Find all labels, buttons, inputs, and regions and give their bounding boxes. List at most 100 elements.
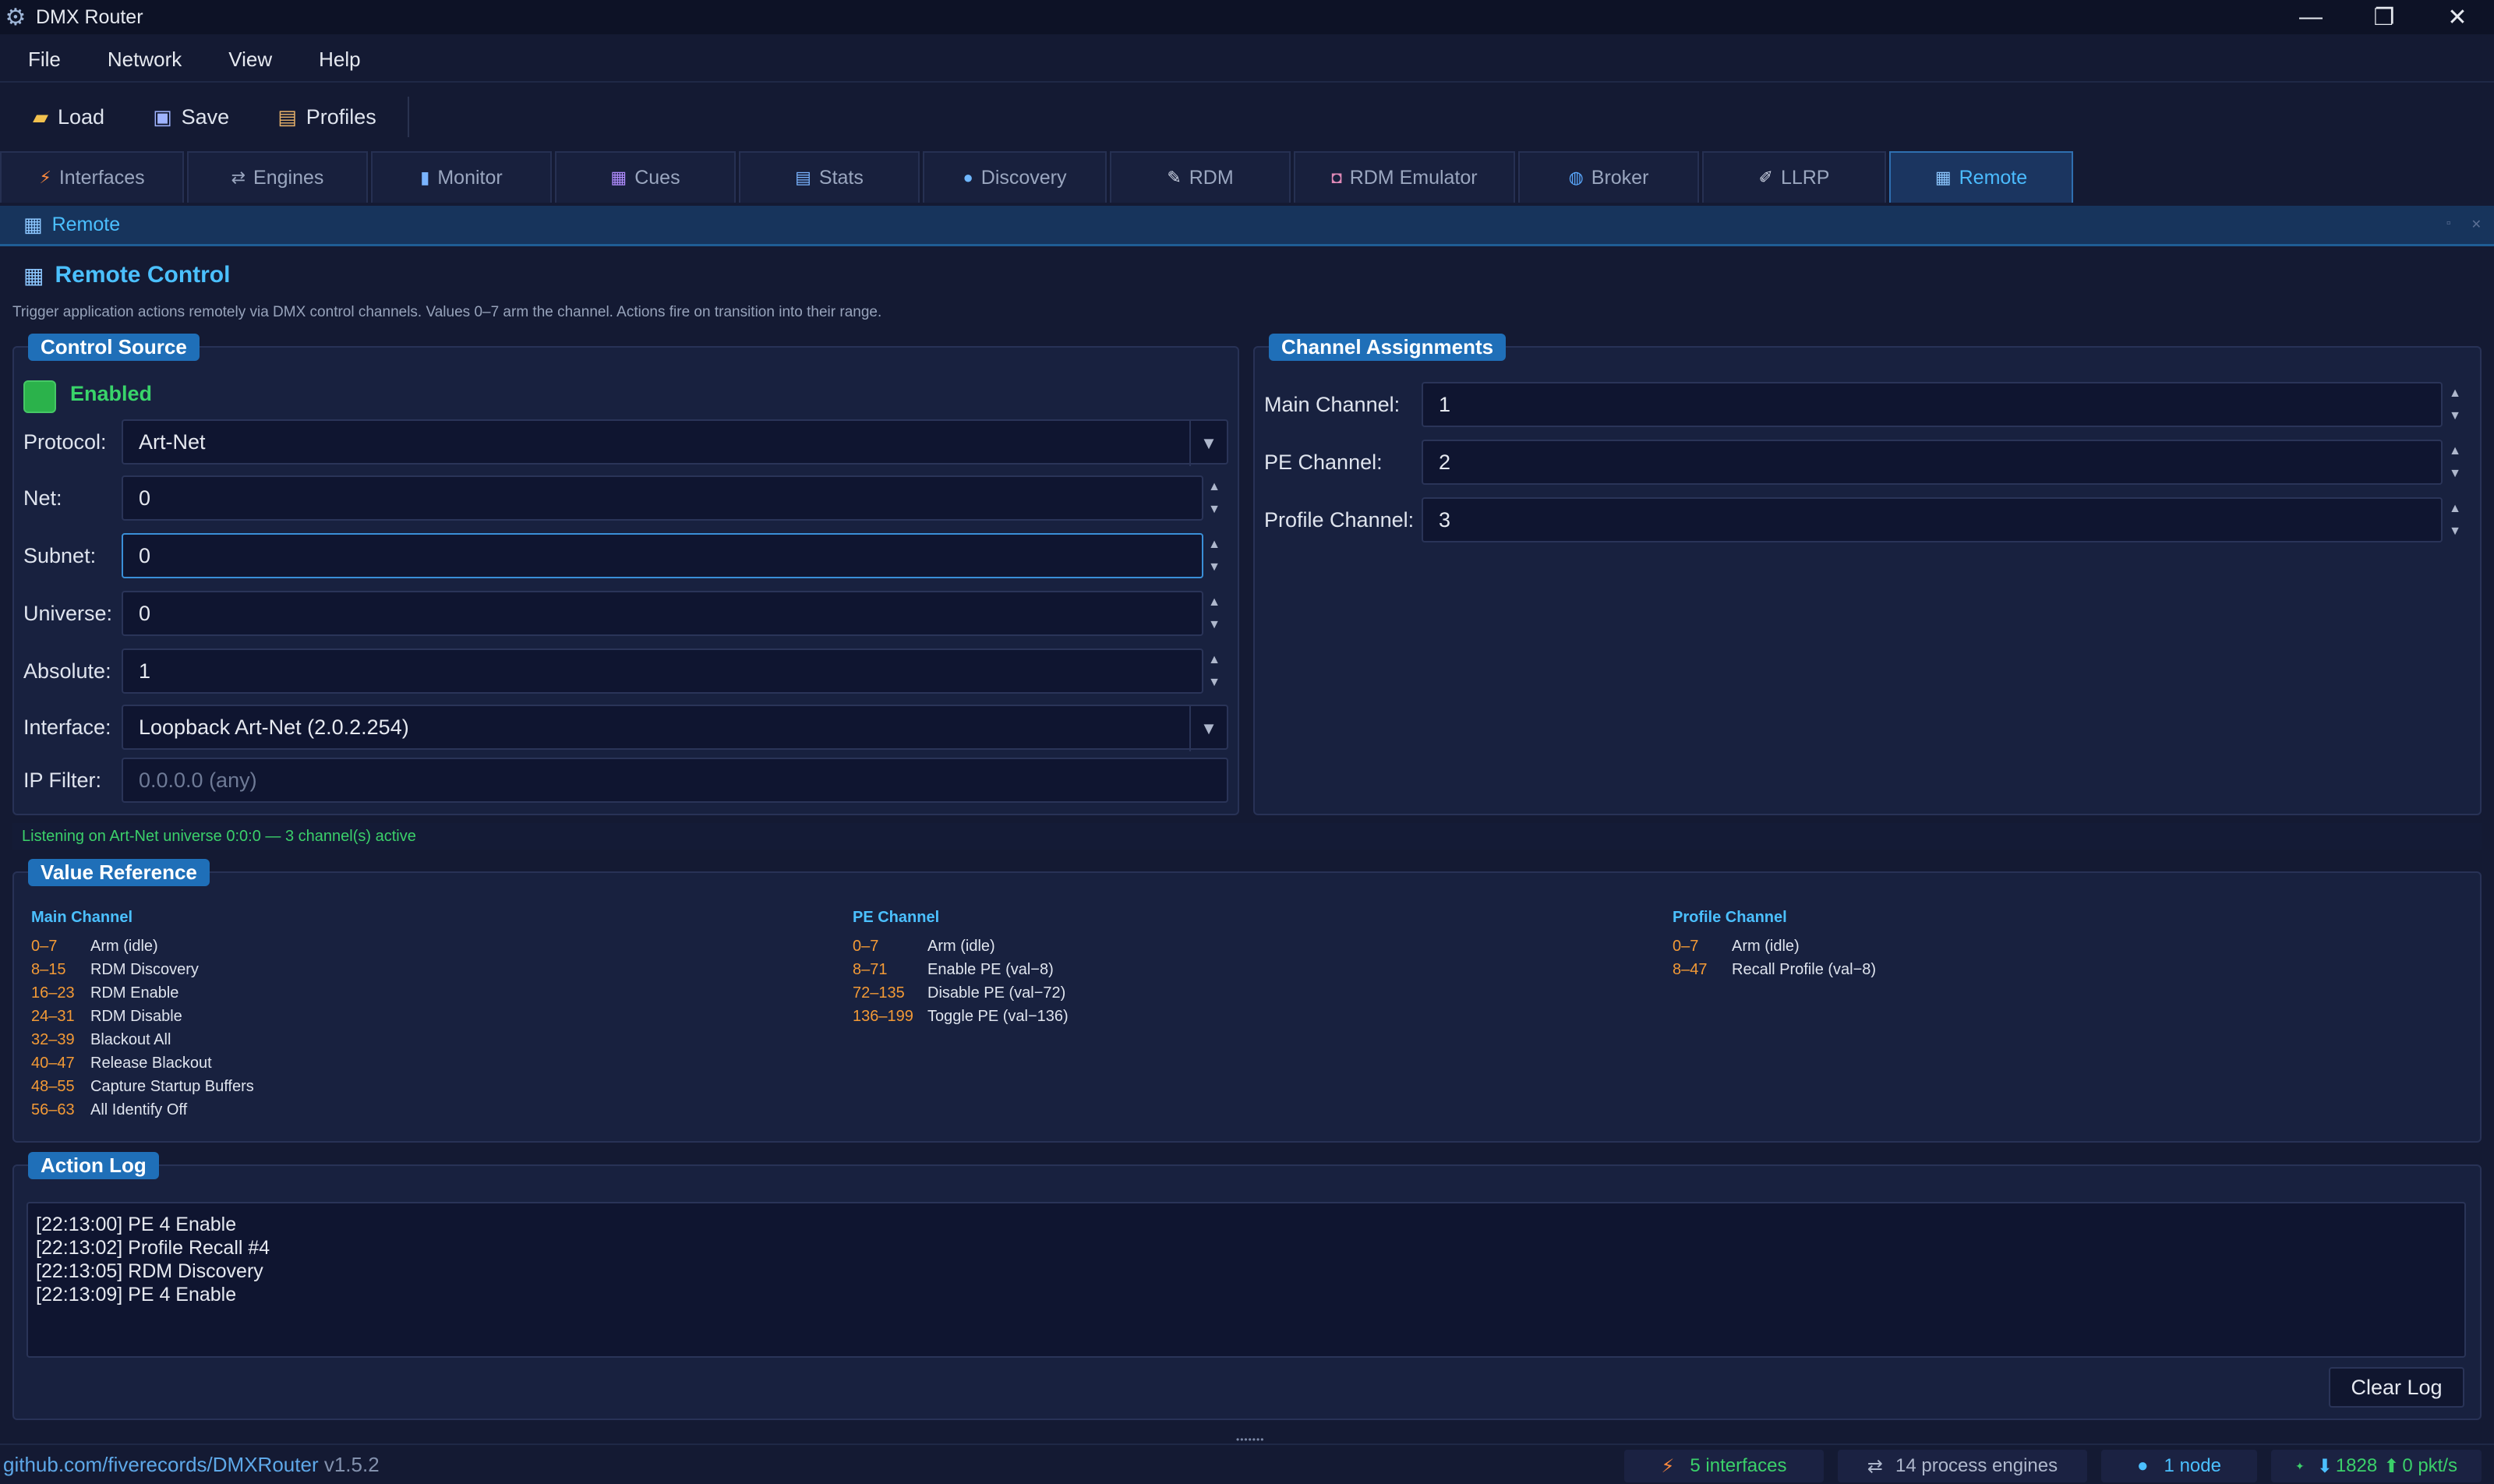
chart-icon: ▤ [795,168,811,187]
main-channel-input[interactable]: 1 [1422,382,2443,427]
arrow-up-icon[interactable]: ▲ [1208,538,1221,552]
float-icon[interactable]: ▫ [2446,217,2451,232]
ip-filter-input[interactable]: 0.0.0.0 (any) [122,758,1228,803]
tab-monitor[interactable]: ▮ Monitor [371,151,552,203]
subnet-stepper[interactable]: ▲ ▼ [1200,533,1228,578]
action-log-label: Action Log [28,1152,159,1179]
clear-log-button[interactable]: Clear Log [2329,1367,2464,1408]
app-gear-icon: ⚙ [5,4,26,30]
action-log-textarea[interactable]: [22:13:00] PE 4 Enable [22:13:02] Profil… [26,1202,2466,1358]
profiles-button[interactable]: ▤ Profiles [262,97,392,136]
tab-label: RDM Emulator [1349,166,1478,189]
repo-link[interactable]: github.com/fiverecords/DMXRouter v1.5.2 [3,1453,380,1477]
interface-select[interactable]: Loopback Art-Net (2.0.2.254) ▼ [122,705,1228,751]
subnet-label: Subnet: [23,544,97,567]
menu-view[interactable]: View [228,48,272,72]
net-stepper[interactable]: ▲ ▼ [1200,475,1228,521]
packet-rate-badge[interactable]: ✦ ⬇ 1828 ⬆ 0 pkt/s [2271,1450,2482,1482]
pe-channel-reference: PE Channel 0–7 Arm (idle) 8–71 Enable PE (… [853,909,1069,1028]
pe-channel-input[interactable]: 2 [1422,440,2443,485]
arrow-down-icon[interactable]: ▼ [1208,560,1221,574]
ip-filter-label: IP Filter: [23,768,102,792]
menu-help[interactable]: Help [319,48,360,72]
list-item: 16–23 RDM Enable [31,981,254,1005]
close-icon[interactable]: ✕ [2421,0,2494,34]
menu-network[interactable]: Network [108,48,182,72]
maximize-icon[interactable]: ❐ [2347,0,2421,34]
panel-close-icon[interactable]: ✕ [2471,217,2482,232]
channel-assignments-label: Channel Assignments [1269,334,1507,361]
profile-channel-value: 3 [1439,507,1451,532]
absolute-input[interactable]: 1 [122,648,1203,694]
arrow-down-icon[interactable]: ▼ [1208,676,1221,690]
universe-value: 0 [139,601,151,625]
minimize-icon[interactable]: — [2274,0,2347,34]
menu-bar: File Network View Help [0,41,2494,78]
tab-engines[interactable]: ⇄ Engines [187,151,368,203]
tab-rdm[interactable]: ✎ RDM [1110,151,1291,203]
list-item: 40–47 Release Blackout [31,1051,254,1075]
chevron-down-icon[interactable]: ▼ [1189,421,1227,466]
list-item: 48–55 Capture Startup Buffers [31,1075,254,1098]
subnet-input[interactable]: 0 [122,533,1203,578]
description: Release Blackout [90,1054,212,1072]
universe-stepper[interactable]: ▲ ▼ [1200,591,1228,636]
tab-stats[interactable]: ▤ Stats [739,151,920,203]
arrow-up-icon[interactable]: ▲ [2449,444,2461,458]
interfaces-badge[interactable]: ⚡ 5 interfaces [1624,1450,1824,1482]
description: Arm (idle) [1732,937,1800,955]
wrench-icon: ✎ [1167,168,1182,187]
ip-filter-placeholder: 0.0.0.0 (any) [139,768,257,792]
list-item: 24–31 RDM Disable [31,1005,254,1028]
description: Blackout All [90,1030,171,1048]
absolute-stepper[interactable]: ▲ ▼ [1200,648,1228,694]
arrow-up-icon[interactable]: ▲ [2449,387,2461,401]
tab-interfaces[interactable]: ⚡ Interfaces [0,151,184,203]
list-item: 8–47 Recall Profile (val−8) [1673,958,1876,981]
tab-remote[interactable]: ▦ Remote [1889,151,2073,203]
main-channel-stepper[interactable]: ▲ ▼ [2441,382,2469,427]
tab-discovery[interactable]: ● Discovery [923,151,1107,203]
arrow-down-icon[interactable]: ▼ [2449,409,2461,423]
load-button[interactable]: ▰ Load [17,97,120,136]
description: Recall Profile (val−8) [1732,960,1877,978]
control-source-label: Control Source [28,334,200,361]
arrow-up-icon[interactable]: ▲ [1208,653,1221,667]
arrow-down-icon[interactable]: ▼ [2449,467,2461,481]
arrow-down-icon[interactable]: ▼ [1208,618,1221,632]
arrows-icon: ⇄ [1867,1455,1883,1477]
interface-value: Loopback Art-Net (2.0.2.254) [139,715,409,739]
pe-channel-stepper[interactable]: ▲ ▼ [2441,440,2469,485]
range: 48–55 [31,1077,75,1095]
list-item: 8–71 Enable PE (val−8) [853,958,1069,981]
engines-badge[interactable]: ⇄ 14 process engines [1838,1450,2087,1482]
tab-label: Broker [1591,166,1649,189]
profile-channel-stepper[interactable]: ▲ ▼ [2441,497,2469,542]
tab-broker[interactable]: ◍ Broker [1518,151,1699,203]
arrow-up-icon[interactable]: ▲ [1208,480,1221,494]
tab-llrp[interactable]: ✐ LLRP [1702,151,1886,203]
enabled-checkbox[interactable] [23,380,56,413]
range: 0–7 [1673,937,1699,955]
arrow-down-icon[interactable]: ▼ [1208,503,1221,517]
main-channel-label: Main Channel: [1264,393,1401,416]
chevron-down-icon[interactable]: ▼ [1189,706,1227,751]
arrow-up-icon[interactable]: ▲ [1208,595,1221,610]
profile-channel-input[interactable]: 3 [1422,497,2443,542]
net-input[interactable]: 0 [122,475,1203,521]
tx-rate: 0 pkt/s [2402,1455,2458,1476]
arrow-down-icon[interactable]: ▼ [2449,525,2461,539]
panel-title: Remote [51,214,121,235]
tab-label: Discovery [980,166,1067,189]
tab-cues[interactable]: ▦ Cues [555,151,736,203]
protocol-select[interactable]: Art-Net ▼ [122,419,1228,466]
repo-link-text: github.com/fiverecords/DMXRouter [3,1453,319,1476]
list-item: 0–7 Arm (idle) [1673,935,1876,958]
universe-input[interactable]: 0 [122,591,1203,636]
nodes-badge[interactable]: ● 1 node [2101,1450,2257,1482]
tab-rdm-emulator[interactable]: ◘ RDM Emulator [1294,151,1515,203]
panel-header-buttons: ▫ ✕ [2446,217,2482,232]
save-button[interactable]: ▣ Save [137,97,245,136]
arrow-up-icon[interactable]: ▲ [2449,502,2461,516]
menu-file[interactable]: File [28,48,61,72]
